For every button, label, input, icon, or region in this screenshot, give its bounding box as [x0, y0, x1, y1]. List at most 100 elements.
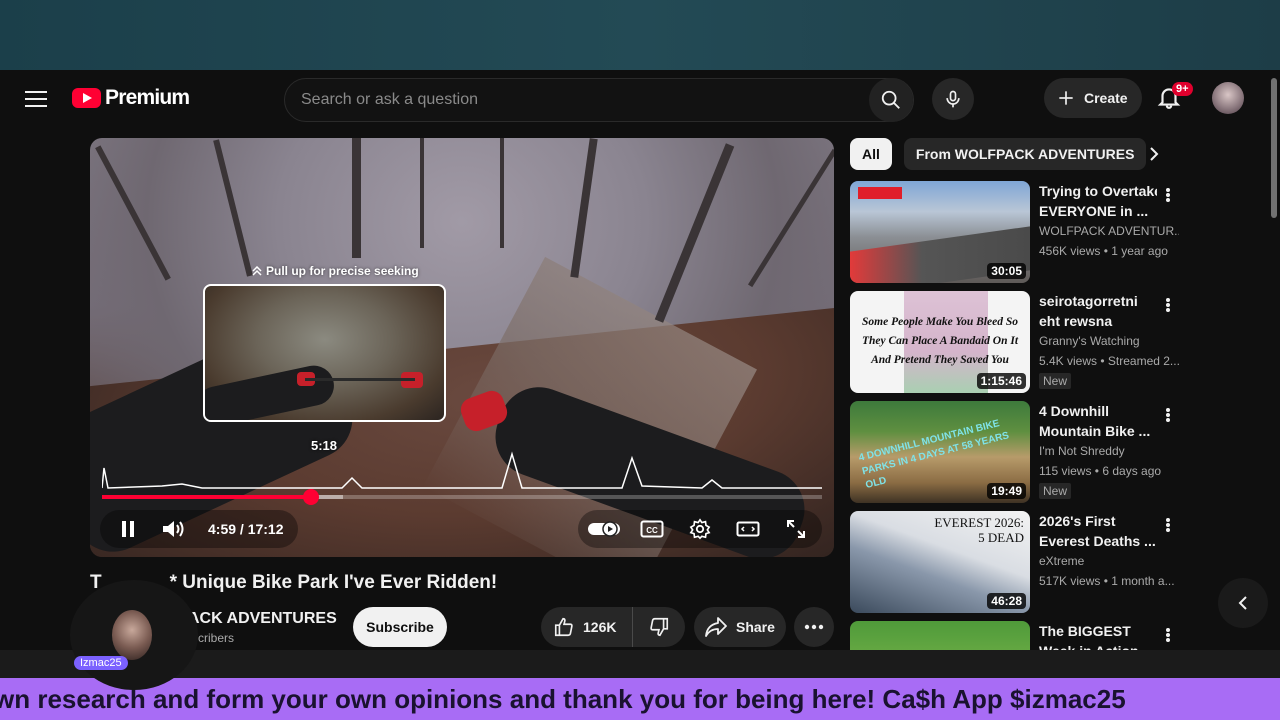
video-thumbnail[interactable]: 30:05	[850, 181, 1030, 283]
page-scrollbar[interactable]	[1268, 70, 1280, 650]
video-channel: I'm Not Shreddy	[1039, 444, 1125, 458]
plus-icon	[1059, 91, 1073, 105]
video-thumbnail[interactable]	[850, 621, 1030, 650]
autoplay-toggle-icon	[588, 521, 620, 537]
more-vertical-icon[interactable]	[1162, 515, 1174, 535]
video-stats: 115 views • 6 days ago	[1039, 464, 1162, 478]
search-bar	[284, 78, 914, 122]
voice-search-button[interactable]	[932, 78, 974, 120]
video-thumbnail[interactable]: Some People Make You Bleed So They Can P…	[850, 291, 1030, 393]
create-button[interactable]: Create	[1044, 78, 1142, 118]
share-label: Share	[736, 619, 775, 635]
streamer-name-tag: Izmac25	[74, 656, 128, 670]
subscribe-button[interactable]: Subscribe	[353, 607, 447, 647]
like-count: 126K	[583, 619, 617, 635]
svg-text:CC: CC	[646, 526, 658, 535]
video-frame-tree	[654, 143, 735, 323]
dislike-button[interactable]	[633, 607, 685, 647]
menu-icon[interactable]	[22, 88, 50, 110]
chip-from-channel[interactable]: From WOLFPACK ADVENTURES	[903, 138, 1147, 170]
collapse-sidebar-button[interactable]	[1218, 578, 1268, 628]
video-title-line-2: Week in Action	[1039, 641, 1157, 650]
video-frame-tree	[420, 138, 424, 248]
closed-captions-icon: CC	[640, 520, 664, 538]
player-controls-left: 4:59 / 17:12	[100, 510, 298, 548]
account-avatar[interactable]	[1212, 82, 1244, 114]
progress-scrubber[interactable]	[302, 489, 319, 505]
video-channel: Granny's Watching	[1039, 334, 1140, 348]
video-info: seirotagorretni eht rewsna Granny's Watc…	[1039, 291, 1179, 390]
more-vertical-icon[interactable]	[1162, 405, 1174, 425]
most-replayed-heatmap	[102, 451, 822, 489]
video-duration: 1:15:46	[976, 373, 1026, 389]
more-actions-button[interactable]	[794, 607, 834, 647]
youtube-window: Premium Create 9+ Pull up for pr	[0, 70, 1280, 650]
recommended-video[interactable]: 30:05 Trying to Overtake EVERYONE in ...…	[850, 181, 1180, 283]
recommended-video[interactable]: Some People Make You Bleed So They Can P…	[850, 291, 1180, 393]
chip-all[interactable]: All	[850, 138, 892, 170]
streamer-webcam	[70, 580, 198, 690]
video-thumbnail[interactable]: 4 DOWNHILL MOUNTAIN BIKE PARKS IN 4 DAYS…	[850, 401, 1030, 503]
channel-name[interactable]: ACK ADVENTURES	[188, 610, 337, 628]
video-thumbnail[interactable]: EVEREST 2026: 5 DEAD 46:28	[850, 511, 1030, 613]
notifications-button[interactable]: 9+	[1156, 82, 1193, 112]
video-title-line-1: Trying to Overtake	[1039, 183, 1157, 199]
video-title-line-2: Everest Deaths ...	[1039, 533, 1156, 549]
more-vertical-icon[interactable]	[1162, 625, 1174, 645]
thumbs-up-icon	[554, 617, 573, 637]
like-dislike-group: 126K	[541, 607, 685, 647]
video-title-line-1: 4 Downhill	[1039, 403, 1109, 419]
video-title-line-1: The BIGGEST	[1039, 623, 1131, 639]
new-badge: New	[1039, 483, 1072, 499]
video-title-line-2: Mountain Bike ...	[1039, 423, 1151, 439]
search-button[interactable]	[869, 78, 913, 122]
video-stats: 456K views • 1 year ago	[1039, 244, 1168, 258]
autoplay-toggle[interactable]	[584, 510, 624, 548]
thumbs-down-icon	[650, 617, 669, 637]
video-title-line-2: EVERYONE in ...	[1039, 203, 1149, 219]
new-badge: New	[1039, 373, 1072, 389]
share-arrow-icon	[705, 617, 727, 637]
volume-icon	[163, 521, 184, 537]
search-input[interactable]	[285, 91, 869, 109]
subscriber-count: cribers	[198, 631, 235, 645]
theater-mode-button[interactable]	[728, 510, 768, 548]
gear-icon	[689, 518, 711, 540]
logo-text: Premium	[105, 86, 190, 109]
recommended-video[interactable]: The BIGGEST Week in Action	[850, 621, 1180, 650]
progress-bar[interactable]	[102, 489, 822, 505]
subtitles-button[interactable]: CC	[632, 510, 672, 548]
video-title-rest: * Unique Bike Park I've Ever Ridden!	[169, 572, 498, 593]
recommended-video[interactable]: EVEREST 2026: 5 DEAD 46:28 2026's First …	[850, 511, 1180, 613]
youtube-premium-logo[interactable]: Premium	[72, 86, 190, 110]
double-chevron-up-icon	[252, 266, 262, 276]
chips-next-button[interactable]	[1142, 142, 1166, 166]
thumbnail-caption: 4 DOWNHILL MOUNTAIN BIKE PARKS IN 4 DAYS…	[857, 418, 1011, 491]
fullscreen-button[interactable]	[776, 510, 816, 548]
more-vertical-icon[interactable]	[1162, 295, 1174, 315]
create-label: Create	[1084, 90, 1128, 106]
search-icon	[881, 90, 900, 109]
video-stats: 5.4K views • Streamed 2...	[1039, 354, 1179, 368]
thumbnail-caption: EVEREST 2026: 5 DEAD	[934, 515, 1024, 545]
recommended-video[interactable]: 4 DOWNHILL MOUNTAIN BIKE PARKS IN 4 DAYS…	[850, 401, 1180, 503]
video-player[interactable]: Pull up for precise seeking 5:18 4:59 / …	[90, 138, 834, 557]
video-frame-tree	[95, 145, 171, 281]
share-button[interactable]: Share	[694, 607, 786, 647]
volume-button[interactable]	[154, 510, 194, 548]
video-frame-tree	[352, 138, 361, 258]
scrollbar-thumb[interactable]	[1271, 78, 1277, 218]
settings-button[interactable]	[680, 510, 720, 548]
microphone-icon	[946, 90, 960, 108]
more-vertical-icon[interactable]	[1162, 185, 1174, 205]
theater-mode-icon	[736, 521, 760, 537]
fullscreen-icon	[787, 520, 805, 538]
video-channel: WOLFPACK ADVENTUR...	[1039, 224, 1179, 238]
video-title-line-1: 2026's First	[1039, 513, 1116, 529]
pause-icon	[122, 521, 134, 537]
seek-hint-text: Pull up for precise seeking	[266, 264, 419, 278]
like-button[interactable]: 126K	[541, 607, 633, 647]
pause-button[interactable]	[108, 510, 148, 548]
video-info: 2026's First Everest Deaths ... eXtreme …	[1039, 511, 1175, 591]
youtube-logo-icon	[72, 88, 101, 108]
